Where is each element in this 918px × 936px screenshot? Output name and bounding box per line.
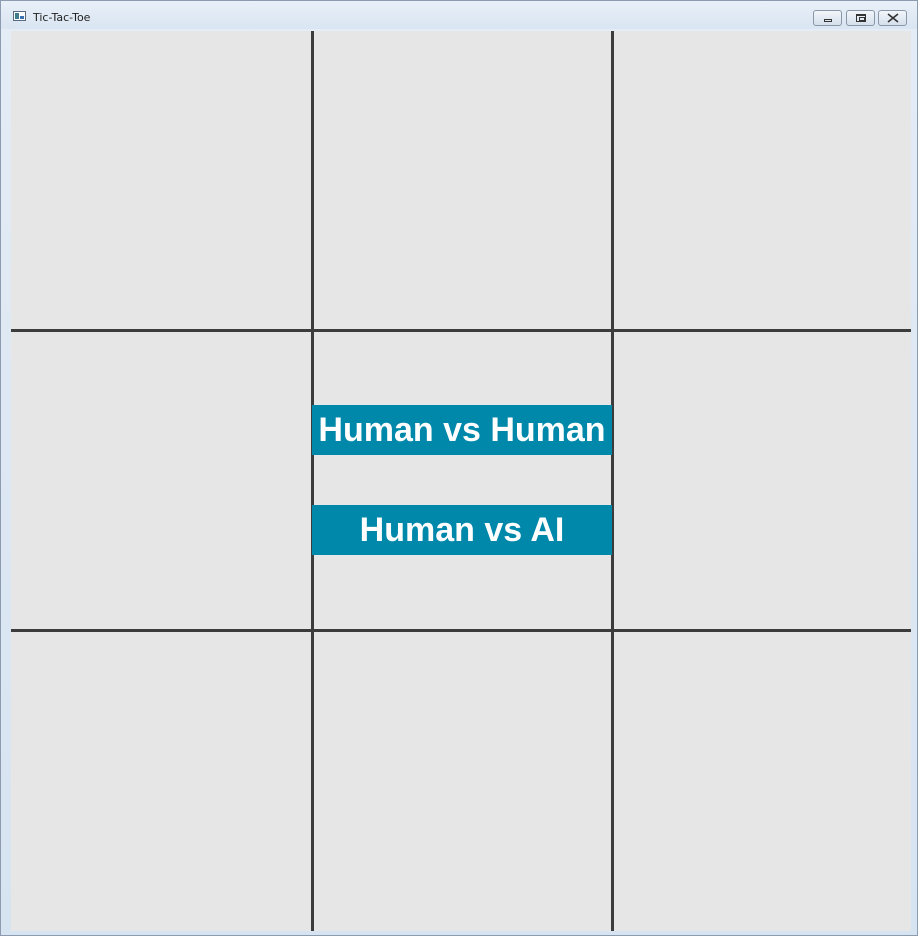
minimize-button[interactable] — [813, 10, 842, 26]
grid-line-horizontal-2 — [11, 629, 911, 632]
close-icon — [887, 13, 899, 23]
board-cell-0[interactable] — [11, 31, 309, 327]
app-icon — [13, 11, 26, 21]
board-cell-3[interactable] — [11, 332, 309, 628]
board-cell-5[interactable] — [614, 332, 912, 628]
minimize-icon — [824, 19, 832, 22]
grid-line-vertical-1 — [311, 31, 314, 931]
close-button[interactable] — [878, 10, 907, 26]
human-vs-ai-button[interactable]: Human vs AI — [312, 505, 612, 555]
window-bottom-border — [1, 931, 917, 935]
window-title: Tic-Tac-Toe — [33, 11, 91, 24]
board-cell-2[interactable] — [614, 31, 912, 327]
human-vs-human-button[interactable]: Human vs Human — [312, 405, 612, 455]
board-cell-6[interactable] — [11, 632, 309, 928]
game-board: Human vs Human Human vs AI — [11, 31, 911, 931]
grid-line-vertical-2 — [611, 31, 614, 931]
app-window: Tic-Tac-Toe Human vs Human Human vs AI — [0, 0, 918, 936]
board-cell-1[interactable] — [314, 31, 612, 327]
board-cell-8[interactable] — [614, 632, 912, 928]
maximize-button[interactable] — [846, 10, 875, 26]
grid-line-horizontal-1 — [11, 329, 911, 332]
maximize-icon — [856, 14, 866, 22]
board-cell-7[interactable] — [314, 632, 612, 928]
board-cell-4[interactable] — [314, 332, 612, 628]
title-bar[interactable]: Tic-Tac-Toe — [1, 1, 917, 29]
